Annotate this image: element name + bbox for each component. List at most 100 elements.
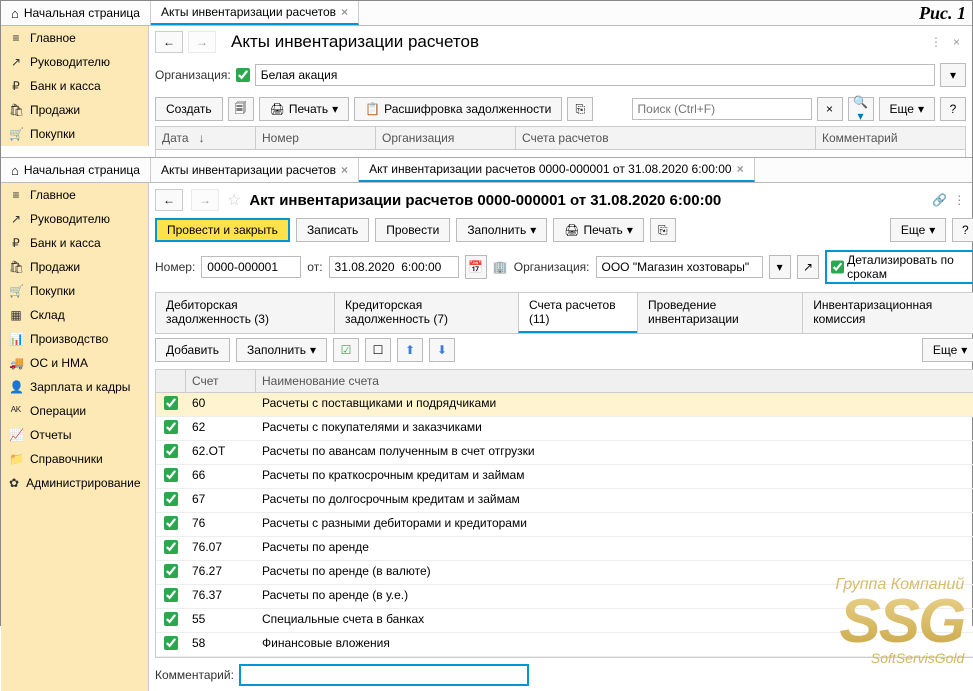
row-checkbox[interactable] — [164, 636, 178, 650]
col-date[interactable]: Дата ↓ — [156, 127, 256, 149]
copy-button[interactable]: 🗐 — [228, 97, 254, 121]
nav-forward-button-2[interactable]: → — [191, 189, 219, 211]
check-all-button[interactable]: ☑ — [333, 338, 359, 362]
sidebar-item[interactable]: ₽Банк и касса — [1, 231, 148, 255]
menu-icon[interactable]: ⋮ — [930, 35, 942, 49]
table-row[interactable]: 62.ОТРасчеты по авансам полученным в сче… — [156, 441, 973, 465]
favorite-star-icon[interactable]: ☆ — [227, 190, 241, 210]
table-row[interactable]: 66Расчеты по краткосрочным кредитам и за… — [156, 465, 973, 489]
org-open-button[interactable]: ↗ — [797, 255, 819, 279]
help-button-2[interactable]: ? — [952, 218, 973, 242]
grid-col-account[interactable]: Счет — [186, 370, 256, 392]
tab-item[interactable]: ⌂Начальная страница — [1, 158, 151, 182]
org-dropdown-button[interactable]: ▾ — [940, 63, 966, 87]
table-row[interactable]: 76.07Расчеты по аренде — [156, 537, 973, 561]
detail-by-terms-wrap[interactable]: Детализировать по срокам — [825, 250, 973, 284]
search-input[interactable] — [632, 98, 812, 120]
grid-col-name[interactable]: Наименование счета — [256, 370, 973, 392]
close-icon[interactable]: × — [953, 35, 960, 49]
search-clear-button[interactable]: × — [817, 97, 843, 121]
sidebar-item[interactable]: 📊Производство — [1, 327, 148, 351]
move-down-button[interactable]: ⬇ — [429, 338, 455, 362]
col-accounts[interactable]: Счета расчетов — [516, 127, 816, 149]
more-button-grid[interactable]: Еще ▾ — [922, 338, 973, 362]
number-input[interactable] — [201, 256, 301, 278]
help-button-1[interactable]: ? — [940, 97, 966, 121]
tab-item[interactable]: Акты инвентаризации расчетов× — [151, 1, 359, 25]
comment-input[interactable] — [239, 664, 529, 686]
table-row[interactable]: 67Расчеты по долгосрочным кредитам и зай… — [156, 489, 973, 513]
org-filter-input[interactable] — [255, 64, 935, 86]
table-row[interactable]: 76.27Расчеты по аренде (в валюте) — [156, 561, 973, 585]
table-row[interactable]: 55Специальные счета в банках — [156, 609, 973, 633]
post-and-close-button[interactable]: Провести и закрыть — [155, 218, 290, 242]
row-checkbox[interactable] — [164, 444, 178, 458]
more-button-1[interactable]: Еще ▾ — [879, 97, 935, 121]
row-checkbox[interactable] — [164, 564, 178, 578]
tab-item[interactable]: Акты инвентаризации расчетов× — [151, 158, 359, 182]
sidebar-item[interactable]: 📈Отчеты — [1, 423, 148, 447]
row-checkbox[interactable] — [164, 612, 178, 626]
nav-back-button[interactable]: ← — [155, 31, 183, 53]
doc-tab[interactable]: Проведение инвентаризации — [637, 292, 803, 333]
sidebar-item[interactable]: 🛍Продажи — [1, 98, 148, 122]
row-checkbox[interactable] — [164, 492, 178, 506]
sidebar-item[interactable]: 🛒Покупки — [1, 122, 148, 146]
sidebar-item[interactable]: 📁Справочники — [1, 447, 148, 471]
move-up-button[interactable]: ⬆ — [397, 338, 423, 362]
table-row[interactable]: 76Расчеты с разными дебиторами и кредито… — [156, 513, 973, 537]
fill-rows-button[interactable]: Заполнить ▾ — [236, 338, 327, 362]
search-button[interactable]: 🔍 ▾ — [848, 97, 874, 121]
doc-tab[interactable]: Счета расчетов (11) — [518, 292, 638, 333]
table-row[interactable]: 60Расчеты с поставщиками и подрядчиками — [156, 393, 973, 417]
detail-by-terms-checkbox[interactable] — [831, 260, 844, 274]
row-checkbox[interactable] — [164, 396, 178, 410]
table-row[interactable]: 58Финансовые вложения — [156, 633, 973, 657]
menu-icon-2[interactable]: ⋮ — [953, 193, 965, 207]
sidebar-item[interactable]: ↗Руководителю — [1, 207, 148, 231]
nav-forward-button[interactable]: → — [188, 31, 216, 53]
calendar-button[interactable]: 📅 — [465, 255, 487, 279]
print-button-2[interactable]: 🖨 Печать ▾ — [553, 218, 644, 242]
sidebar-item[interactable]: ₽Банк и касса — [1, 74, 148, 98]
save-button[interactable]: Записать — [296, 218, 369, 242]
col-comment[interactable]: Комментарий — [816, 127, 965, 149]
tab-item[interactable]: Акт инвентаризации расчетов 0000-000001 … — [359, 158, 755, 182]
doc-tab[interactable]: Инвентаризационная комиссия — [802, 292, 973, 333]
date-input[interactable] — [329, 256, 459, 278]
link-icon[interactable]: 🔗 — [932, 193, 947, 207]
row-checkbox[interactable] — [164, 468, 178, 482]
sidebar-item[interactable]: ≡Главное — [1, 26, 148, 50]
sidebar-item[interactable]: 🛍Продажи — [1, 255, 148, 279]
sidebar-item[interactable]: ≡Главное — [1, 183, 148, 207]
row-checkbox[interactable] — [164, 516, 178, 530]
doc-tab[interactable]: Дебиторская задолженность (3) — [155, 292, 335, 333]
more-button-2[interactable]: Еще ▾ — [890, 218, 946, 242]
print-button-1[interactable]: 🖨 Печать ▾ — [259, 97, 350, 121]
col-number[interactable]: Номер — [256, 127, 376, 149]
row-checkbox[interactable] — [164, 420, 178, 434]
related-button-2[interactable]: ⎘ — [650, 218, 676, 242]
tab-close-icon[interactable]: × — [341, 163, 348, 177]
tab-close-icon[interactable]: × — [341, 5, 348, 19]
sidebar-item[interactable]: 👤Зарплата и кадры — [1, 375, 148, 399]
col-org[interactable]: Организация — [376, 127, 516, 149]
tab-close-icon[interactable]: × — [737, 162, 744, 176]
sidebar-item[interactable]: ᴬᴷОперации — [1, 399, 148, 423]
post-button[interactable]: Провести — [375, 218, 450, 242]
add-row-button[interactable]: Добавить — [155, 338, 230, 362]
sidebar-item[interactable]: ✿Администрирование — [1, 471, 148, 495]
row-checkbox[interactable] — [164, 588, 178, 602]
sidebar-item[interactable]: 🚚ОС и НМА — [1, 351, 148, 375]
fill-button-doc[interactable]: Заполнить ▾ — [456, 218, 547, 242]
nav-back-button-2[interactable]: ← — [155, 189, 183, 211]
org-select-button[interactable]: ▾ — [769, 255, 791, 279]
org-input[interactable] — [596, 256, 763, 278]
table-row[interactable]: 62Расчеты с покупателями и заказчиками — [156, 417, 973, 441]
sidebar-item[interactable]: ↗Руководителю — [1, 50, 148, 74]
doc-tab[interactable]: Кредиторская задолженность (7) — [334, 292, 519, 333]
related-button[interactable]: ⎘ — [567, 97, 593, 121]
row-checkbox[interactable] — [164, 540, 178, 554]
sidebar-item[interactable]: ▦Склад — [1, 303, 148, 327]
uncheck-all-button[interactable]: ☐ — [365, 338, 391, 362]
